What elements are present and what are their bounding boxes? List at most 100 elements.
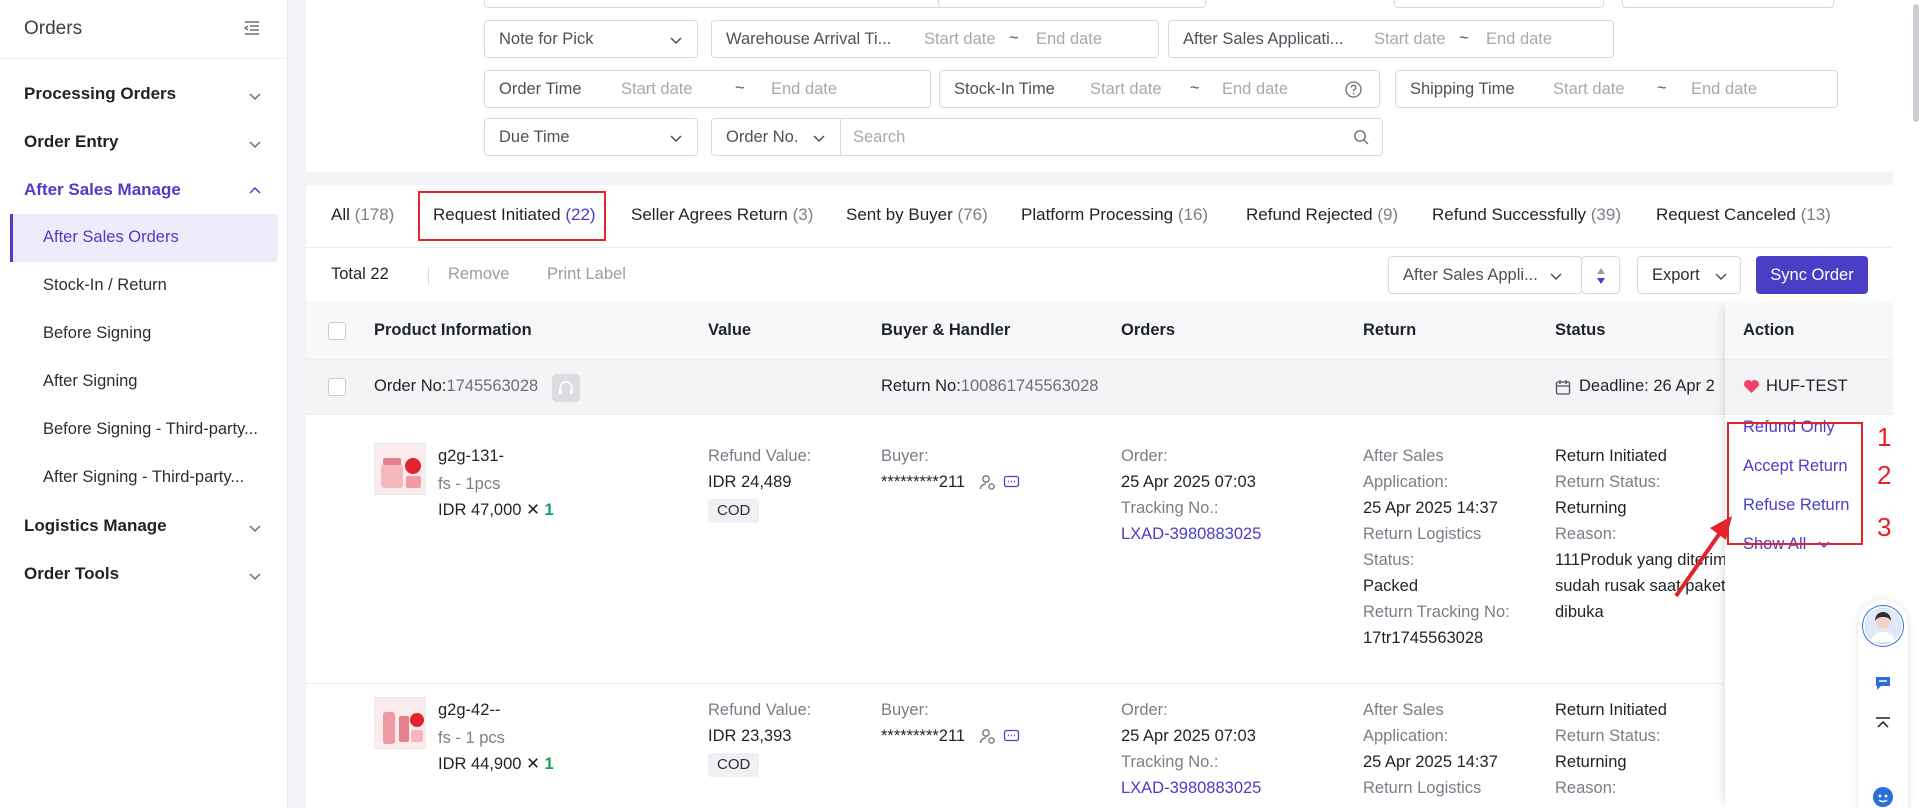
product-name[interactable]: g2g-42-- [438, 697, 500, 723]
filter-field-partial[interactable] [1622, 0, 1834, 8]
tab-refund-successfully[interactable]: Refund Successfully (39) [1432, 205, 1621, 225]
product-thumbnail[interactable] [374, 443, 426, 495]
filter-field-partial[interactable] [484, 0, 948, 8]
start-date-placeholder[interactable]: Start date [1374, 30, 1446, 49]
assistant-icon[interactable] [1872, 786, 1894, 808]
tab-refund-rejected[interactable]: Refund Rejected (9) [1246, 205, 1398, 225]
return-logistics-status-label: Status: [1363, 551, 1415, 569]
chevron-down-icon[interactable] [248, 137, 262, 151]
sidebar-group-order-tools[interactable]: Order Tools [24, 564, 119, 584]
sync-order-button[interactable]: Sync Order [1756, 256, 1868, 294]
tab-platform-processing[interactable]: Platform Processing (16) [1021, 205, 1208, 225]
annotation-number-3: 3 [1877, 512, 1892, 542]
product-thumbnail[interactable] [374, 697, 426, 749]
support-avatar[interactable] [1863, 606, 1903, 646]
end-date-placeholder[interactable]: End date [1036, 30, 1102, 49]
reason-label: Reason: [1555, 525, 1617, 543]
sidebar-group-processing[interactable]: Processing Orders [24, 84, 176, 104]
refund-value: IDR 24,489 [708, 473, 792, 491]
filter-field-partial[interactable] [1394, 0, 1604, 8]
order-no-select[interactable]: Order No. [711, 118, 841, 156]
chat-icon[interactable] [1003, 728, 1020, 745]
start-date-placeholder[interactable]: Start date [621, 80, 693, 99]
sidebar-group-logistics[interactable]: Logistics Manage [24, 516, 167, 536]
payment-badge: COD [708, 751, 760, 777]
sidebar-group-after-sales[interactable]: After Sales Manage [24, 180, 181, 200]
tab-all[interactable]: All (178) [331, 205, 394, 225]
order-group-header: Order No:1745563028 Return No:1008617455… [306, 360, 1893, 415]
return-tracking-number: 17tr1745563028 [1363, 629, 1484, 647]
collapse-menu-icon[interactable] [243, 19, 261, 37]
stock-in-time-range[interactable]: Stock-In Time Start date ~ End date [939, 70, 1380, 108]
end-date-placeholder[interactable]: End date [1222, 80, 1288, 99]
sort-icon [1597, 268, 1605, 284]
sidebar-divider [0, 58, 288, 59]
start-date-placeholder[interactable]: Start date [924, 30, 996, 49]
print-label-button[interactable]: Print Label [547, 265, 626, 284]
start-date-placeholder[interactable]: Start date [1090, 80, 1162, 99]
refund-value-label: Refund Value: [708, 701, 812, 719]
filter-field-partial[interactable] [938, 0, 1206, 8]
customer-service-icon[interactable] [552, 374, 580, 402]
end-date-placeholder[interactable]: End date [1486, 30, 1552, 49]
tab-sent-by-buyer[interactable]: Sent by Buyer (76) [846, 205, 988, 225]
column-orders: Orders [1121, 321, 1176, 339]
start-date-placeholder[interactable]: Start date [1553, 80, 1625, 99]
tab-seller-agrees-return[interactable]: Seller Agrees Return (3) [631, 205, 813, 225]
chevron-down-icon[interactable] [248, 89, 262, 103]
remove-button[interactable]: Remove [448, 265, 509, 284]
sidebar-group-order-entry[interactable]: Order Entry [24, 132, 118, 152]
tab-highlight-box [418, 191, 606, 241]
actions-highlight-box [1727, 422, 1863, 545]
sort-field-select[interactable]: After Sales Appli... [1388, 256, 1582, 294]
reason-line: dibuka [1555, 603, 1604, 621]
row-divider [306, 683, 1893, 684]
end-date-placeholder[interactable]: End date [1691, 80, 1757, 99]
range-separator: ~ [735, 79, 745, 97]
user-settings-icon[interactable] [979, 728, 996, 745]
product-price-qty: IDR 47,000 ✕ 1 [438, 501, 554, 519]
search-icon[interactable] [1353, 129, 1370, 146]
floating-toolbar [1858, 600, 1908, 808]
after-sales-label: After Sales [1363, 701, 1444, 719]
return-logistics-label: Return Logistics [1363, 779, 1482, 797]
product-name[interactable]: g2g-131- [438, 443, 504, 469]
select-all-checkbox[interactable] [328, 322, 346, 340]
user-settings-icon[interactable] [979, 474, 996, 491]
chat-icon[interactable] [1003, 474, 1020, 491]
order-time: 25 Apr 2025 07:03 [1121, 473, 1256, 491]
order-checkbox[interactable] [328, 378, 346, 396]
search-input[interactable]: Search [840, 118, 1383, 156]
sidebar-item-after-signing[interactable]: After Signing [43, 372, 137, 391]
export-button[interactable]: Export [1637, 256, 1741, 294]
status-text: Return Initiated [1555, 447, 1667, 465]
warehouse-arrival-time-range[interactable]: Warehouse Arrival Ti... Start date ~ End… [711, 20, 1159, 58]
sort-order-button[interactable] [1581, 256, 1620, 294]
return-logistics-status: Packed [1363, 577, 1419, 595]
sidebar-item-before-signing[interactable]: Before Signing [43, 324, 151, 343]
tracking-number-link[interactable]: LXAD-3980883025 [1121, 775, 1261, 801]
tracking-number-link[interactable]: LXAD-3980883025 [1121, 521, 1261, 547]
return-status: Returning [1555, 753, 1627, 771]
order-time-range[interactable]: Order Time Start date ~ End date [484, 70, 931, 108]
due-time-select[interactable]: Due Time [484, 118, 698, 156]
sidebar-item-stock-in-return[interactable]: Stock-In / Return [43, 276, 167, 295]
after-sales-application-time-range[interactable]: After Sales Applicati... Start date ~ En… [1168, 20, 1614, 58]
message-icon[interactable] [1874, 674, 1892, 692]
application-time: 25 Apr 2025 14:37 [1363, 753, 1498, 771]
back-to-top-icon[interactable] [1874, 716, 1892, 734]
sidebar-item-before-signing-third-party[interactable]: Before Signing - Third-party... [43, 420, 258, 439]
application-time: 25 Apr 2025 14:37 [1363, 499, 1498, 517]
tab-request-canceled[interactable]: Request Canceled (13) [1656, 205, 1831, 225]
help-icon[interactable] [1345, 81, 1362, 98]
chevron-up-icon[interactable] [248, 184, 262, 198]
page-scrollbar-thumb[interactable] [1913, 4, 1919, 122]
sidebar-item-after-sales-orders[interactable]: After Sales Orders [43, 228, 179, 247]
annotation-number-2: 2 [1877, 460, 1892, 490]
shipping-time-range[interactable]: Shipping Time Start date ~ End date [1395, 70, 1838, 108]
note-for-pick-select[interactable]: Note for Pick [484, 20, 698, 58]
sidebar-item-after-signing-third-party[interactable]: After Signing - Third-party... [43, 468, 244, 487]
chevron-down-icon[interactable] [248, 569, 262, 583]
chevron-down-icon[interactable] [248, 521, 262, 535]
end-date-placeholder[interactable]: End date [771, 80, 837, 99]
